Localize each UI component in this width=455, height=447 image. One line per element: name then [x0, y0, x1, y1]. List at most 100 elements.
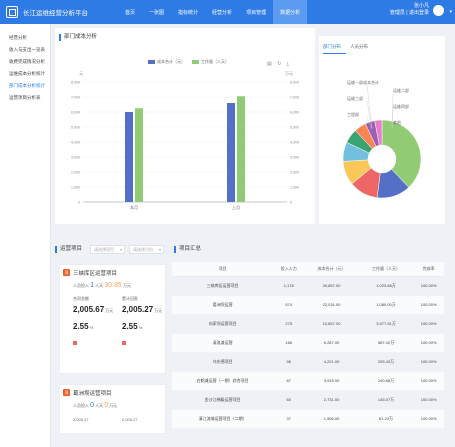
table-cell: 100.00%: [413, 314, 444, 334]
table-row[interactable]: 乌东德项目 96 4,221.00 205.43万 100.00%: [172, 352, 444, 372]
nav-item-map[interactable]: 一张图: [142, 0, 171, 24]
y2-axis-unit: 万元: [285, 71, 293, 76]
nav-item-stats[interactable]: 指标统计: [171, 0, 205, 24]
summary-table: 项目 投入人力 成本合计（元） 工作量（人天） 完成率 三峡库区运营项目 1,17…: [172, 262, 444, 429]
y-tick-label: 8,000: [71, 81, 80, 85]
table-row[interactable]: 白鹤滩运营（一期）综合项目 87 3,915.00 190.88万 100.00%: [172, 371, 444, 391]
pie-label: 运维三部: [347, 95, 363, 101]
y2-tick-label: 2,000: [290, 171, 299, 175]
table-row[interactable]: 三峡库区运营项目 1,178 30,857.00 1,023.68万 100.00%: [172, 276, 444, 296]
col-header-staff[interactable]: 投入人力: [273, 262, 305, 277]
table-cell: 37: [273, 409, 305, 429]
payment-value: 2,005.27 万元: [122, 305, 162, 314]
bar[interactable]: [227, 103, 235, 202]
user-role[interactable]: 管理员 | 退出登录: [390, 10, 429, 17]
sidebar-item-income[interactable]: 收入与支出一览表: [0, 44, 50, 56]
project-card[interactable]: 项 三峡库区运营项目 人员投入 1 人天 30.85 万元 合同金额 累计回款 …: [59, 264, 166, 374]
table-cell: 574: [273, 295, 305, 315]
col-header-rate[interactable]: 完成率: [413, 262, 444, 277]
table-cell: 166: [273, 333, 305, 353]
table-cell: 葛洲坝运营: [172, 295, 274, 315]
table-cell: 6,287.00: [304, 333, 359, 353]
project-tag: 项: [63, 389, 70, 396]
payment-unit: 万元: [154, 308, 163, 313]
table-cell: 100.00%: [413, 276, 444, 296]
col-header-cost[interactable]: 成本合计（元）: [304, 262, 359, 277]
table-cell: 100.00%: [413, 295, 444, 315]
payment-value: 2,005.27: [122, 417, 138, 422]
bar[interactable]: [125, 112, 133, 202]
rate-2-unit: %: [138, 325, 143, 330]
x-tick-label: 上月: [232, 204, 240, 210]
table-row[interactable]: 金沙江梯级运营项目 60 2,731.00 145.07万 100.00%: [172, 390, 444, 410]
project-name: 三峡库区运营项目: [73, 271, 118, 277]
nav-item-projects[interactable]: 项目管理: [239, 0, 273, 24]
y-tick-label: 7,000: [71, 96, 80, 100]
table-cell: 金沙江梯级运营项目: [172, 390, 274, 410]
summary-amount: 30.85: [104, 282, 122, 289]
sidebar-item-maintenance-cost[interactable]: 运维成本分析统计: [0, 68, 50, 80]
logo-icon: [6, 6, 18, 18]
y-tick-label: 4,000: [71, 141, 80, 145]
table-row[interactable]: 清江流域运营项目（二期） 37 1,506.00 61.24万 100.00%: [172, 409, 444, 429]
sidebar-item-fees[interactable]: 收费完成情况分析: [0, 56, 50, 68]
payment-label: 累计回款: [122, 296, 138, 301]
nav-item-analysis[interactable]: 经营分析: [205, 0, 239, 24]
y2-tick-label: 8,000: [290, 81, 299, 85]
table-row[interactable]: 向家坝运营项目 275 10,657.00 3,577.51万 100.00%: [172, 314, 444, 334]
table-row[interactable]: 溪洛渡运营 166 6,287.00 587.42万 100.00%: [172, 333, 444, 353]
payment-amount: 2,005.27: [122, 305, 154, 314]
avatar[interactable]: [433, 5, 444, 16]
bar[interactable]: [135, 108, 143, 202]
table-cell: 3,915.00: [304, 371, 359, 391]
y-tick-label: 6,000: [71, 111, 80, 115]
status-dot: [122, 341, 126, 345]
table-cell: 向家坝运营项目: [172, 314, 274, 334]
project-select[interactable]: 请选择项目: [90, 245, 126, 254]
month-select[interactable]: 请选择月份: [129, 245, 165, 254]
sidebar-item-department-cost[interactable]: 部门成本分析统计: [0, 80, 50, 92]
main-nav: 首页 一张图 指标统计 经营分析 项目管理 数据分析: [118, 0, 308, 24]
table-cell: 22,031.00: [304, 295, 359, 315]
sidebar: 经营分析 收入与支出一览表 收费完成情况分析 运维成本分析统计 部门成本分析统计…: [0, 24, 51, 447]
contract-label: 合同金额: [73, 296, 89, 301]
rate-1-value: 2.55: [73, 322, 89, 331]
table-row[interactable]: 葛洲坝运营 574 22,031.00 1,080.00万 100.00%: [172, 295, 444, 315]
table-cell: 白鹤滩运营（一期）综合项目: [172, 371, 274, 391]
table-cell: 3,577.51万: [358, 314, 414, 334]
nav-item-home[interactable]: 首页: [118, 0, 142, 24]
pie-label: 运维二部: [393, 87, 409, 93]
table-cell: 60: [273, 390, 305, 410]
bar[interactable]: [237, 96, 245, 202]
table-cell: 100.00%: [413, 352, 444, 372]
y2-tick-label: 3,000: [290, 156, 299, 160]
contract-value: 2,005.27: [73, 417, 89, 422]
summary-amount-unit: 万元: [122, 283, 131, 288]
sidebar-item-operations[interactable]: 运营项目分析表: [0, 92, 50, 104]
nav-item-data[interactable]: 数据分析: [273, 0, 308, 24]
y-tick-label: 3,000: [71, 156, 80, 160]
filter-bar: 运营项目 请选择项目 请选择月份 项目汇总: [55, 243, 450, 256]
col-header-project[interactable]: 项目: [172, 262, 274, 277]
pie-label: 工程部: [347, 111, 359, 117]
table-cell: 205.43万: [358, 352, 414, 372]
pie-panel: 部门分布 人员分布 运维一部成本合计 运维二部 运维三部 运维四部 工程部 其他: [319, 36, 445, 224]
summary-label: 人员投入: [73, 403, 89, 408]
project-card[interactable]: 项 葛洲坝运营项目 人员投入 0 人天 0 万元 2,005.27 2,005.…: [59, 384, 166, 434]
user-name[interactable]: 张小凡: [390, 3, 429, 10]
contract-unit: 万元: [105, 308, 114, 313]
chart-panel: 部门成本分析 成本合计（元） 工作量（人天） ▤ ↻ ⤓ 元万元 0 0 1,000 1…: [55, 28, 315, 224]
table-cell: 100.00%: [413, 333, 444, 353]
chevron-down-icon[interactable]: ▾: [449, 9, 452, 15]
table-cell: 2,731.00: [304, 390, 359, 410]
y2-tick-label: 5,000: [290, 126, 299, 130]
table-cell: 275: [273, 314, 305, 334]
table-cell: 1,506.00: [304, 409, 359, 429]
col-header-workload[interactable]: 工作量（人天）: [358, 262, 414, 277]
sidebar-item-overview[interactable]: 经营分析: [0, 32, 50, 44]
table-cell: 145.07万: [358, 390, 414, 410]
summary-unit: 人天: [95, 283, 104, 288]
y-tick-label: 2,000: [71, 171, 80, 175]
y2-tick-label: 4,000: [290, 141, 299, 145]
summary-label: 人员投入: [73, 283, 89, 288]
